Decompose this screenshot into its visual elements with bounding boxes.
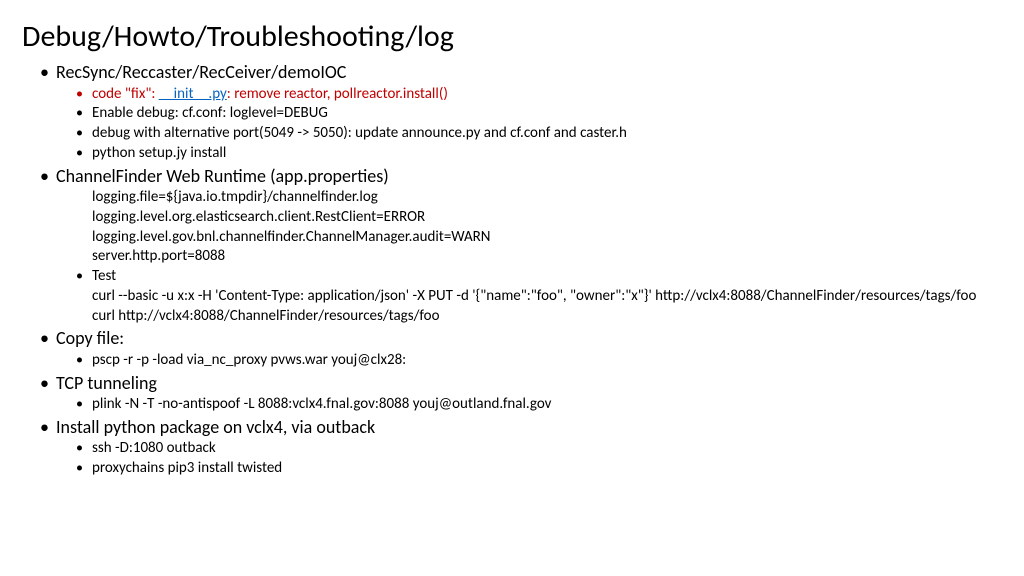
item-text: proxychains pip3 install twisted <box>92 459 282 477</box>
sub-list: plink -N -T -no-antispoof -L 8088:vclx4.… <box>56 395 1002 414</box>
item-text: curl http://vclx4:8088/ChannelFinder/res… <box>92 307 440 325</box>
section-item: Copy file: pscp -r -p -load via_nc_proxy … <box>22 327 1002 369</box>
list-item: code "fix": __init__.py: remove reactor,… <box>56 85 1002 104</box>
item-text: Test <box>92 267 116 285</box>
item-text: python setup.jy install <box>92 144 226 162</box>
sub-list: ssh -D:1080 outback proxychains pip3 inst… <box>56 439 1002 478</box>
text-pre: code "fix": <box>92 85 159 103</box>
section-heading: Copy file: <box>56 327 124 349</box>
section-heading: TCP tunneling <box>56 372 157 394</box>
list-item: logging.level.gov.bnl.channelfinder.Chan… <box>56 228 1002 247</box>
link-text[interactable]: __init__.py <box>159 85 227 103</box>
list-item: Test <box>56 267 1002 286</box>
list-item: curl --basic -u x:x -H 'Content-Type: ap… <box>56 287 1002 306</box>
list-item: curl http://vclx4:8088/ChannelFinder/res… <box>56 307 1002 326</box>
sub-list: code "fix": __init__.py: remove reactor,… <box>56 85 1002 163</box>
section-heading: Install python package on vclx4, via out… <box>56 416 375 438</box>
item-text: logging.file=${java.io.tmpdir}/channelfi… <box>92 188 378 206</box>
list-item: logging.file=${java.io.tmpdir}/channelfi… <box>56 188 1002 207</box>
list-item: pscp -r -p -load via_nc_proxy pvws.war y… <box>56 351 1002 370</box>
section-item: TCP tunnelingplink -N -T -no-antispoof -… <box>22 372 1002 414</box>
sub-list: pscp -r -p -load via_nc_proxy pvws.war y… <box>56 351 1002 370</box>
item-text: pscp -r -p -load via_nc_proxy pvws.war y… <box>92 351 406 369</box>
section-item: ChannelFinder Web Runtime (app.propertie… <box>22 165 1002 326</box>
content-list: RecSync/Reccaster/RecCeiver/demoIOC code … <box>22 61 1002 478</box>
section-heading: ChannelFinder Web Runtime (app.propertie… <box>56 165 389 187</box>
section-item: RecSync/Reccaster/RecCeiver/demoIOC code … <box>22 61 1002 163</box>
list-item: plink -N -T -no-antispoof -L 8088:vclx4.… <box>56 395 1002 414</box>
slide: Debug/Howto/Troubleshooting/log RecSync/… <box>0 0 1024 488</box>
item-text: Enable debug: cf.conf: loglevel=DEBUG <box>92 104 328 122</box>
list-item: server.http.port=8088 <box>56 247 1002 266</box>
section-item: Install python package on vclx4, via out… <box>22 416 1002 478</box>
item-text: plink -N -T -no-antispoof -L 8088:vclx4.… <box>92 395 551 413</box>
text-post: : remove reactor, pollreactor.install() <box>227 85 448 103</box>
sub-list: logging.file=${java.io.tmpdir}/channelfi… <box>56 188 1002 325</box>
item-text: server.http.port=8088 <box>92 247 225 265</box>
section-heading: RecSync/Reccaster/RecCeiver/demoIOC <box>56 61 346 83</box>
list-item: ssh -D:1080 outback <box>56 439 1002 458</box>
item-text: logging.level.gov.bnl.channelfinder.Chan… <box>92 228 490 246</box>
item-text: debug with alternative port(5049 -> 5050… <box>92 124 627 142</box>
list-item: logging.level.org.elasticsearch.client.R… <box>56 208 1002 227</box>
page-title: Debug/Howto/Troubleshooting/log <box>22 18 1002 55</box>
list-item: debug with alternative port(5049 -> 5050… <box>56 124 1002 143</box>
item-text: curl --basic -u x:x -H 'Content-Type: ap… <box>92 287 976 305</box>
item-text: logging.level.org.elasticsearch.client.R… <box>92 208 425 226</box>
list-item: Enable debug: cf.conf: loglevel=DEBUG <box>56 104 1002 123</box>
list-item: proxychains pip3 install twisted <box>56 459 1002 478</box>
list-item: python setup.jy install <box>56 144 1002 163</box>
item-text: ssh -D:1080 outback <box>92 439 216 457</box>
